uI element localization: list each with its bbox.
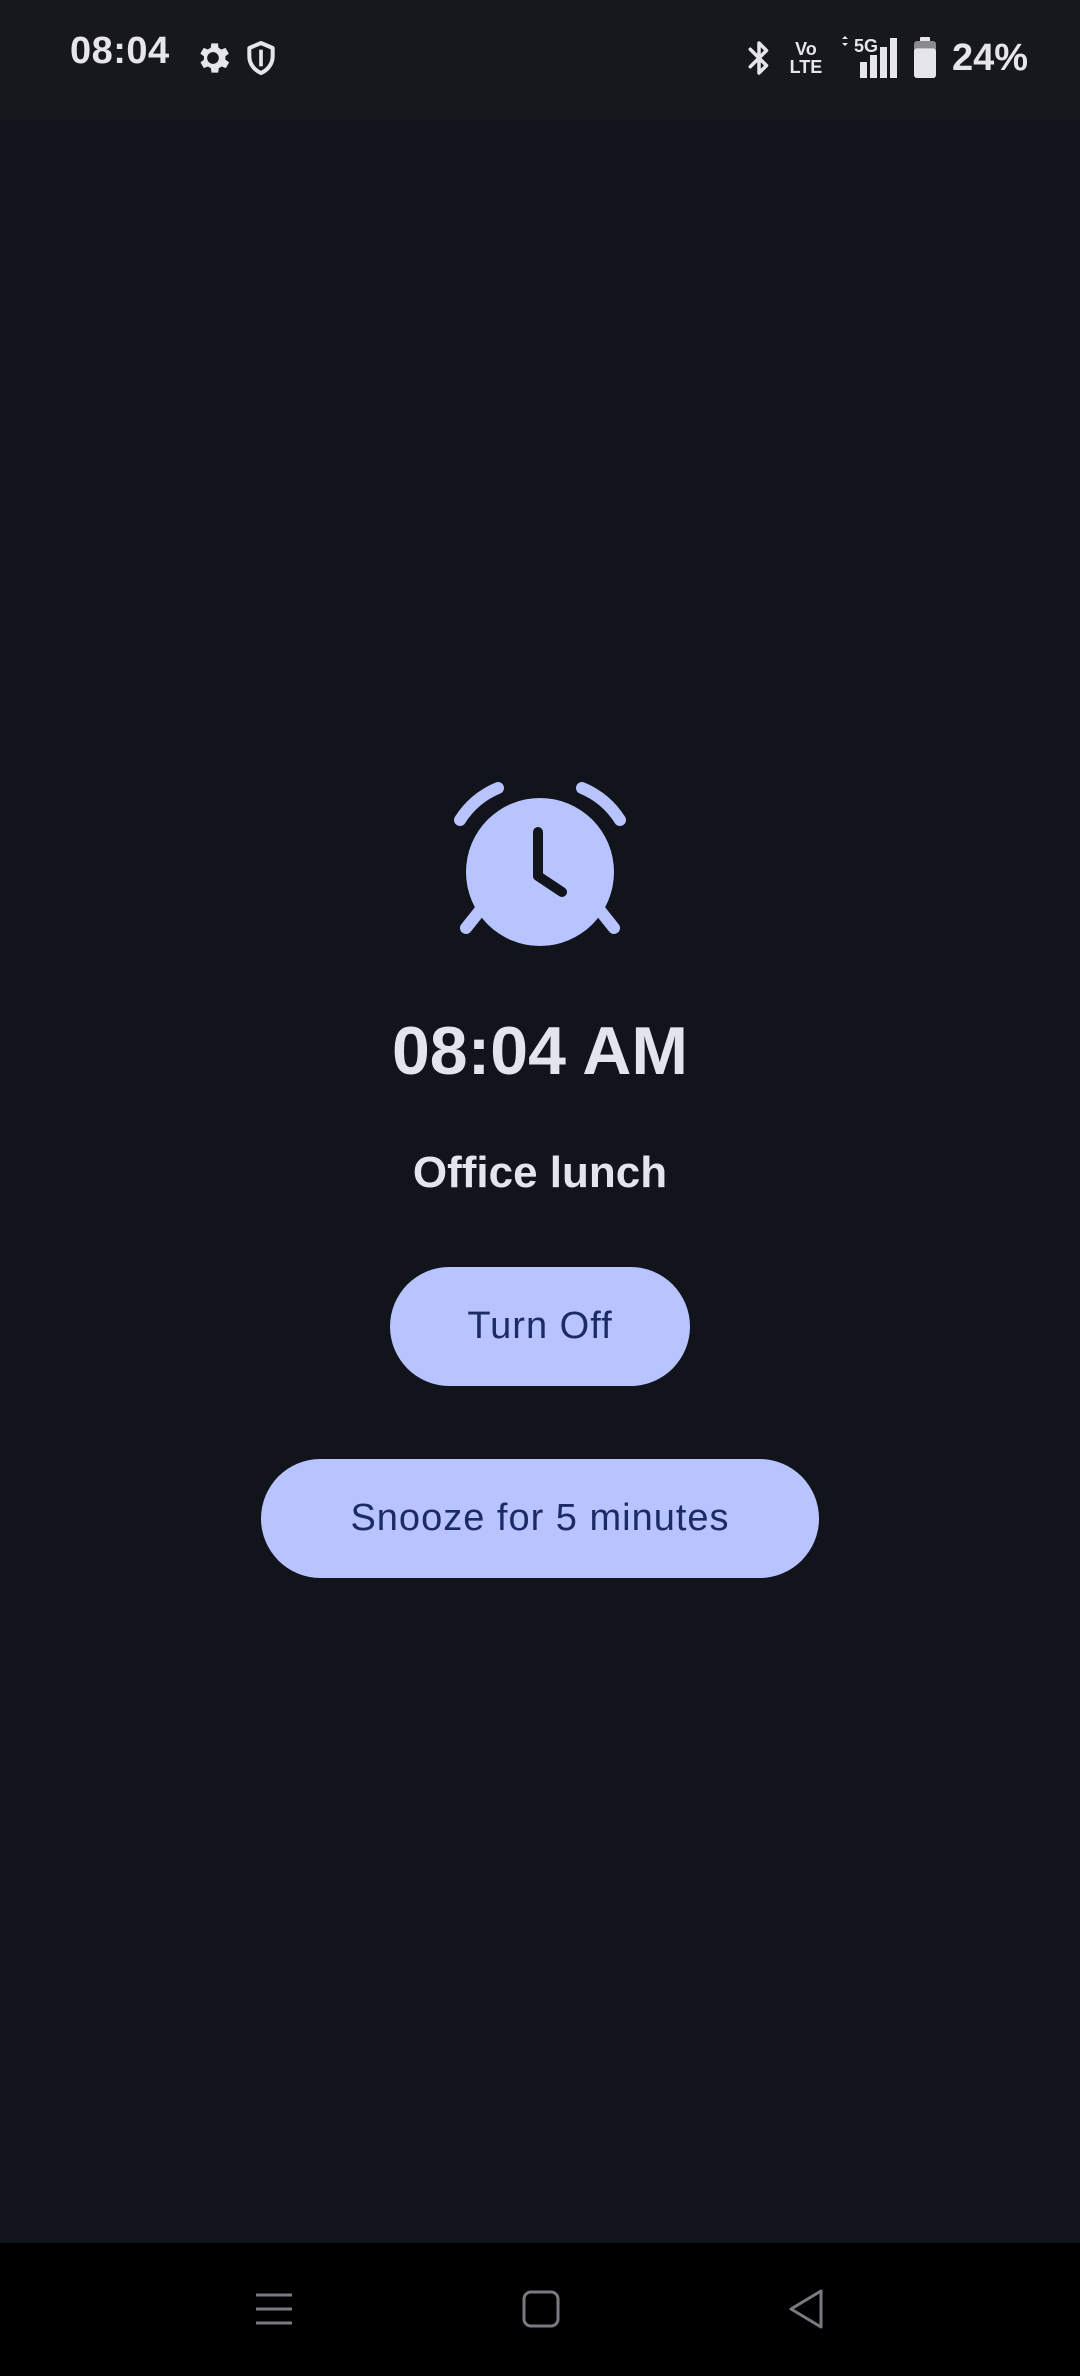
- volte-bottom: LTE: [789, 57, 823, 77]
- snooze-button[interactable]: Snooze for 5 minutes: [261, 1459, 819, 1578]
- volte-icon: Vo LTE: [788, 40, 824, 76]
- battery-icon: [913, 37, 936, 78]
- gear-icon: [200, 43, 230, 73]
- network-type: 5G: [853, 36, 878, 56]
- alarm-screen: 08:04 Vo LTE 5G 24% 08:04 AM Office lunc…: [0, 0, 1080, 2376]
- turn-off-button[interactable]: Turn Off: [390, 1267, 690, 1386]
- menu-icon[interactable]: [244, 2279, 304, 2339]
- bluetooth-icon: [748, 41, 769, 75]
- status-icons: Vo LTE 5G 24%: [744, 30, 1028, 86]
- battery-percent: 24%: [951, 36, 1028, 79]
- status-bar: 08:04 Vo LTE 5G 24%: [0, 0, 1080, 120]
- alarm-clock-icon: [454, 782, 626, 946]
- shield-icon: [247, 41, 275, 75]
- status-time: 08:04: [70, 30, 170, 72]
- alarm-time: 08:04 AM: [391, 1013, 689, 1089]
- home-icon[interactable]: [511, 2279, 571, 2339]
- navigation-bar: [0, 2243, 1080, 2376]
- back-icon[interactable]: [777, 2279, 837, 2339]
- alarm-label: Office lunch: [412, 1148, 668, 1197]
- volte-top: Vo: [795, 39, 817, 59]
